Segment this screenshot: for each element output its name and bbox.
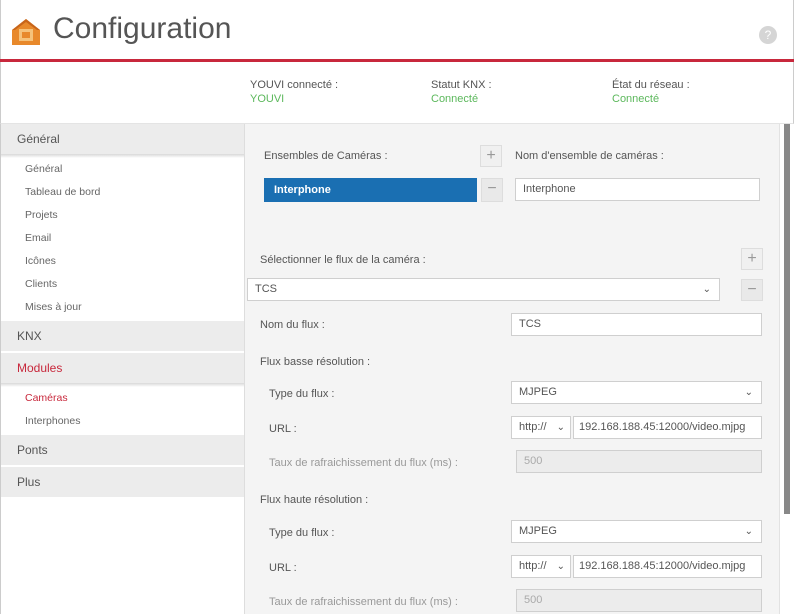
chevron-down-icon: ⌄ bbox=[556, 561, 565, 572]
main-scrollbar[interactable] bbox=[779, 124, 794, 614]
stream-name-input[interactable]: TCS bbox=[511, 313, 762, 336]
high-res-protocol-select[interactable]: http:// ⌄ bbox=[511, 555, 571, 578]
sidebar-item-dashboard[interactable]: Tableau de bord bbox=[1, 181, 244, 204]
app-header: Configuration ? bbox=[0, 0, 794, 60]
low-res-protocol-select[interactable]: http:// ⌄ bbox=[511, 416, 571, 439]
sidebar-item-projects[interactable]: Projets bbox=[1, 204, 244, 227]
high-res-url-label: URL : bbox=[269, 562, 297, 574]
chevron-down-icon: ⌄ bbox=[744, 387, 753, 398]
high-res-type-label: Type du flux : bbox=[269, 527, 335, 539]
network-status: État du réseau : Connecté bbox=[612, 79, 690, 105]
network-status-label: État du réseau : bbox=[612, 79, 690, 91]
scrollbar-thumb[interactable] bbox=[784, 124, 790, 514]
sidebar-item-clients[interactable]: Clients bbox=[1, 273, 244, 296]
youvi-status-value: YOUVI bbox=[250, 93, 285, 105]
low-res-type-select[interactable]: MJPEG ⌄ bbox=[511, 381, 762, 404]
stream-select-label: Sélectionner le flux de la caméra : bbox=[260, 254, 426, 266]
low-res-type-label: Type du flux : bbox=[269, 388, 335, 400]
chevron-down-icon: ⌄ bbox=[556, 422, 565, 433]
low-res-url-input[interactable]: 192.168.188.45:12000/video.mjpg bbox=[573, 416, 762, 439]
sidebar-item-general[interactable]: Général bbox=[1, 158, 244, 181]
sidebar-item-email[interactable]: Email bbox=[1, 227, 244, 250]
camera-sets-label: Ensembles de Caméras : bbox=[264, 150, 388, 162]
sidebar-section-bridges[interactable]: Ponts bbox=[1, 435, 244, 465]
network-status-value: Connecté bbox=[612, 93, 660, 105]
high-res-type-value: MJPEG bbox=[519, 525, 557, 537]
sidebar-item-cameras[interactable]: Caméras bbox=[1, 387, 244, 410]
sidebar-item-updates[interactable]: Mises à jour bbox=[1, 296, 244, 319]
low-res-refresh-label: Taux de rafraichissement du flux (ms) : bbox=[269, 457, 458, 469]
stream-name-label: Nom du flux : bbox=[260, 319, 325, 331]
sidebar-section-knx[interactable]: KNX bbox=[1, 321, 244, 351]
sidebar-section-more[interactable]: Plus bbox=[1, 467, 244, 497]
knx-status-value: Connecté bbox=[431, 93, 479, 105]
status-bar: YOUVI connecté : YOUVI Statut KNX : Conn… bbox=[0, 62, 794, 124]
low-res-refresh-input: 500 bbox=[516, 450, 762, 473]
high-res-refresh-input: 500 bbox=[516, 589, 762, 612]
remove-camera-set-button[interactable]: − bbox=[481, 178, 503, 202]
sidebar-section-general[interactable]: Général bbox=[1, 124, 244, 154]
low-res-heading: Flux basse résolution : bbox=[260, 356, 371, 368]
add-stream-button[interactable]: + bbox=[741, 248, 763, 270]
low-res-url-label: URL : bbox=[269, 423, 297, 435]
chevron-down-icon: ⌄ bbox=[744, 526, 753, 537]
sidebar-section-modules[interactable]: Modules bbox=[1, 353, 244, 383]
stream-select[interactable]: TCS ⌄ bbox=[247, 278, 720, 301]
page-title: Configuration bbox=[53, 12, 232, 45]
remove-stream-button[interactable]: − bbox=[741, 279, 763, 301]
stream-select-value: TCS bbox=[255, 283, 277, 295]
add-camera-set-button[interactable]: + bbox=[480, 145, 502, 167]
camera-set-name-label: Nom d'ensemble de caméras : bbox=[515, 150, 664, 162]
knx-status-label: Statut KNX : bbox=[431, 79, 492, 91]
chevron-down-icon: ⌄ bbox=[702, 284, 711, 295]
sidebar-item-intercoms[interactable]: Interphones bbox=[1, 410, 244, 433]
youvi-status-label: YOUVI connecté : bbox=[250, 79, 339, 91]
high-res-refresh-label: Taux de rafraichissement du flux (ms) : bbox=[269, 596, 458, 608]
youvi-status: YOUVI connecté : YOUVI bbox=[250, 79, 338, 105]
home-logo-icon bbox=[12, 19, 40, 45]
camera-set-name-input[interactable]: Interphone bbox=[515, 178, 760, 201]
sidebar: Général Général Tableau de bord Projets … bbox=[0, 124, 245, 614]
high-res-url-input[interactable]: 192.168.188.45:12000/video.mjpg bbox=[573, 555, 762, 578]
low-res-protocol-value: http:// bbox=[519, 421, 547, 433]
sidebar-item-icons[interactable]: Icônes bbox=[1, 250, 244, 273]
knx-status: Statut KNX : Connecté bbox=[431, 79, 492, 105]
camera-set-list-item[interactable]: Interphone bbox=[264, 178, 477, 202]
low-res-type-value: MJPEG bbox=[519, 386, 557, 398]
high-res-heading: Flux haute résolution : bbox=[260, 494, 369, 506]
high-res-protocol-value: http:// bbox=[519, 560, 547, 572]
help-icon[interactable]: ? bbox=[759, 26, 777, 44]
high-res-type-select[interactable]: MJPEG ⌄ bbox=[511, 520, 762, 543]
